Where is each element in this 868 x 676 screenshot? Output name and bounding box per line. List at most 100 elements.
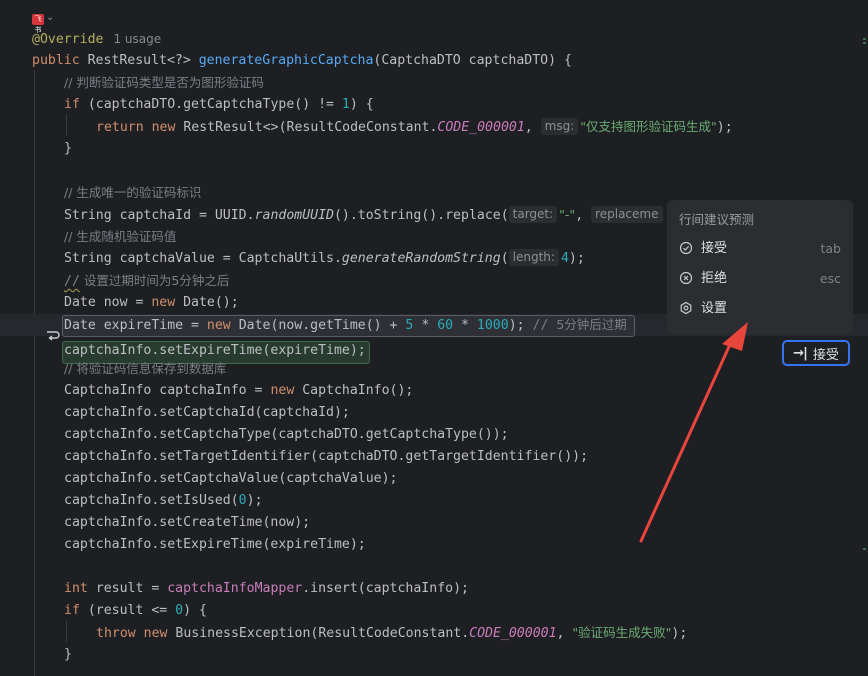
keyword: new	[143, 626, 176, 641]
code-text: Date now =	[64, 295, 152, 310]
suggestion-gutter-icon[interactable]	[44, 328, 62, 344]
number: 1	[341, 97, 350, 112]
popup-item-reject[interactable]: 拒绝 esc	[679, 268, 841, 290]
code-text: (captchaDTO.getCaptchaType() !=	[87, 97, 342, 112]
code-line[interactable]: if (result <= 0) {	[64, 600, 207, 622]
scrollbar-marker[interactable]	[863, 38, 866, 40]
popup-item-label: 设置	[701, 301, 728, 316]
code-line[interactable]: captchaInfo.setCaptchaType(captchaDTO.ge…	[64, 424, 509, 446]
scrollbar-marker[interactable]	[863, 548, 866, 550]
code-line[interactable]: // 生成随机验证码值	[64, 226, 176, 248]
code-text: Date(now.getTime() +	[238, 318, 406, 333]
code-line[interactable]: captchaInfo.setCaptchaId(captchaId);	[64, 402, 350, 424]
code-line[interactable]: int result = captchaInfoMapper.insert(ca…	[64, 578, 469, 600]
code-line[interactable]: }	[64, 644, 72, 666]
code-text: );	[716, 120, 733, 135]
inline-suggestion-popup: 行间建议预测 接受 tab 拒绝 esc 设置	[667, 200, 853, 334]
code-text: );	[246, 493, 263, 508]
code-text: RestResult<>(ResultCodeConstant.	[183, 120, 438, 135]
code-line[interactable]: captchaInfo.setIsUsed(0);	[64, 490, 263, 512]
comment: // 将验证码信息保存到数据库	[64, 361, 227, 376]
code-line[interactable]: // 生成唯一的验证码标识	[64, 182, 201, 204]
code-line[interactable]: }	[64, 138, 72, 160]
code-text: captchaInfo.setIsUsed(	[64, 493, 239, 508]
gear-icon	[679, 301, 695, 317]
code-line[interactable]: captchaInfo.setTargetIdentifier(captchaD…	[64, 446, 588, 468]
code-line[interactable]: public RestResult<?> generateGraphicCapt…	[32, 50, 572, 72]
popup-item-label: 拒绝	[701, 271, 728, 286]
code-text: ().toString().replace(	[333, 208, 509, 223]
code-line[interactable]: throw new BusinessException(ResultCodeCo…	[96, 622, 687, 644]
code-line[interactable]: // 设置过期时间为5分钟之后	[64, 270, 229, 292]
code-text: );	[568, 251, 585, 266]
number: 60	[437, 318, 454, 333]
code-text: ,	[524, 120, 541, 135]
number: 1000	[476, 318, 509, 333]
code-text: Date expireTime =	[64, 318, 207, 333]
code-line[interactable]: captchaInfo.setCreateTime(now);	[64, 512, 310, 534]
x-circle-icon	[679, 271, 695, 287]
code-text: .insert(captchaInfo);	[302, 581, 469, 596]
popup-item-settings[interactable]: 设置	[679, 298, 841, 320]
usage-count-hint[interactable]: 1 usage	[113, 32, 161, 46]
number: 0	[238, 493, 247, 508]
code-text: }	[64, 141, 72, 156]
code-text: captchaInfo.setExpireTime(expireTime);	[64, 343, 366, 358]
string-literal: "验证码生成失败"	[572, 625, 672, 640]
indent-guide	[66, 114, 67, 136]
popup-item-accept[interactable]: 接受 tab	[679, 238, 841, 260]
code-line[interactable]: if (captchaDTO.getCaptchaType() != 1) {	[64, 94, 374, 116]
keyword: new	[206, 318, 239, 333]
code-text: CaptchaInfo captchaInfo =	[64, 383, 271, 398]
chevron-down-icon[interactable]: ⌄	[46, 12, 54, 23]
comment: // 生成唯一的验证码标识	[64, 185, 202, 200]
keyword: if	[64, 603, 88, 618]
annotation: @Override	[32, 32, 104, 47]
code-editor[interactable]: 飞书 ⌄ @Override 1 usage public RestResult<…	[0, 0, 868, 676]
indent-guide	[34, 70, 35, 676]
popup-item-label: 接受	[701, 241, 728, 256]
code-line[interactable]: Date expireTime = new Date(now.getTime()…	[64, 314, 627, 336]
code-line[interactable]: @Override 1 usage	[32, 28, 161, 50]
code-line[interactable]: Date now = new Date();	[64, 292, 239, 314]
code-line[interactable]: // 将验证码信息保存到数据库	[64, 358, 226, 380]
code-text: CaptchaInfo();	[302, 383, 414, 398]
static-method: randomUUID	[254, 208, 334, 223]
code-text: String captchaValue = CaptchaUtils.	[64, 251, 342, 266]
code-text: *	[413, 318, 438, 333]
code-text: captchaInfo.setCreateTime(now);	[64, 515, 311, 530]
code-line[interactable]: CaptchaInfo captchaInfo = new CaptchaInf…	[64, 380, 413, 402]
code-line[interactable]: captchaInfo.setExpireTime(expireTime);	[64, 534, 366, 556]
keyword: return	[96, 120, 152, 135]
code-text: ) {	[349, 97, 374, 112]
static-method: generateRandomString	[341, 251, 501, 266]
keyword: if	[64, 97, 88, 112]
comment: // 判断验证码类型是否为图形验证码	[64, 75, 264, 90]
shortcut-hint: esc	[819, 271, 841, 286]
constant: CODE_000001	[437, 120, 525, 135]
feishu-app-icon[interactable]: 飞书	[32, 14, 44, 34]
method-name: generateGraphicCaptcha	[198, 53, 374, 68]
comment: //	[532, 318, 557, 333]
code-line[interactable]: String captchaValue = CaptchaUtils.gener…	[64, 248, 585, 270]
keyword: throw	[96, 626, 144, 641]
code-line[interactable]: // 判断验证码类型是否为图形验证码	[64, 72, 264, 94]
accept-suggestion-button[interactable]: →| 接受	[782, 340, 850, 366]
keyword: new	[151, 295, 184, 310]
code-line[interactable]: captchaInfo.setCaptchaValue(captchaValue…	[64, 468, 397, 490]
number: 4	[560, 251, 569, 266]
param-hint: msg:	[540, 118, 579, 135]
number: 0	[175, 603, 184, 618]
code-text: captchaInfo.setCaptchaId(captchaId);	[64, 405, 350, 420]
code-text: ,	[575, 208, 592, 223]
code-text: Date();	[183, 295, 239, 310]
string-literal: "-"	[559, 207, 576, 222]
code-line[interactable]: return new RestResult<>(ResultCodeConsta…	[96, 116, 733, 138]
param-hint: target:	[508, 206, 558, 223]
keyword: new	[270, 383, 303, 398]
popup-title: 行间建议预测	[679, 212, 755, 227]
code-line[interactable]: String captchaId = UUID.randomUUID().toS…	[64, 204, 665, 226]
accept-button-label: 接受	[812, 347, 839, 363]
scrollbar-marker[interactable]	[863, 42, 866, 44]
code-text: );	[671, 626, 688, 641]
